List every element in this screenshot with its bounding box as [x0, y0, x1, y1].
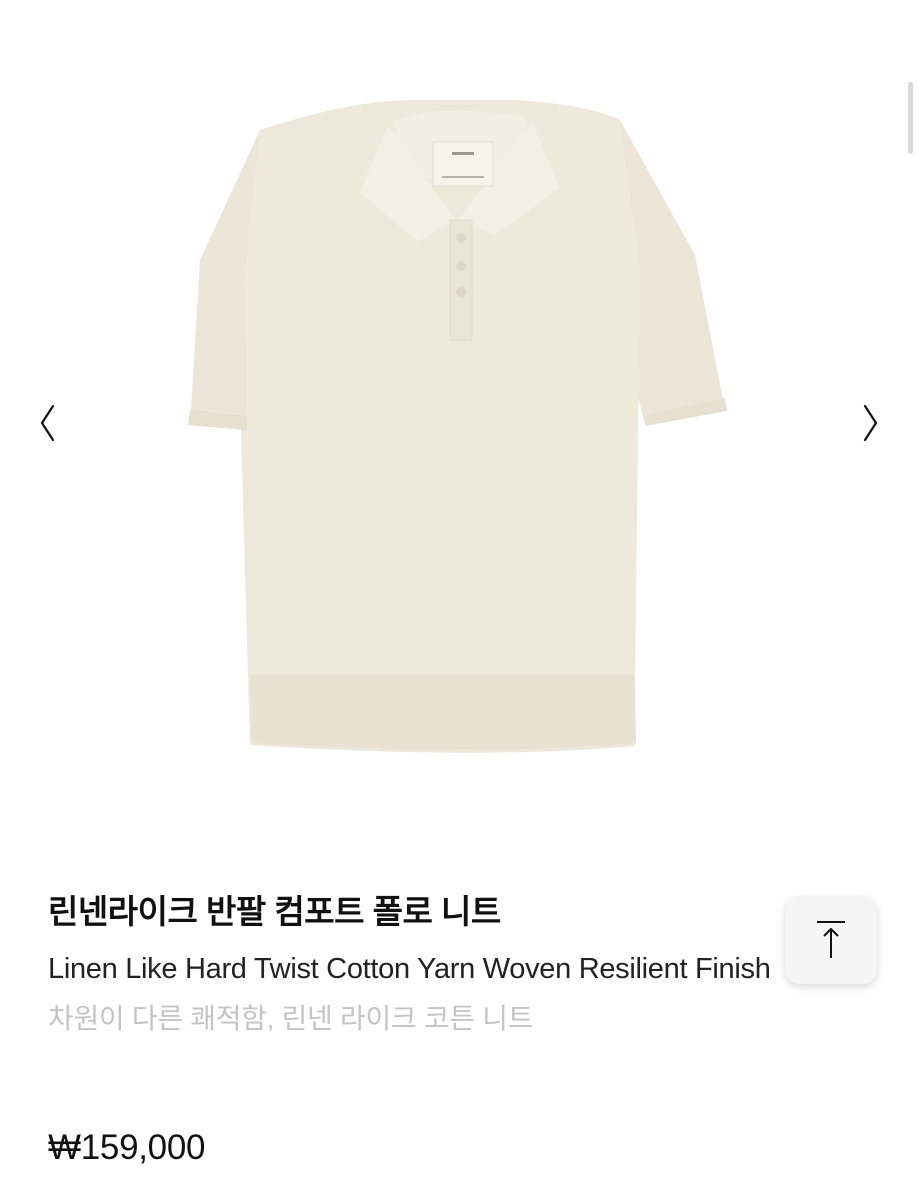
- carousel-next-button[interactable]: [851, 398, 891, 448]
- product-image: [188, 100, 727, 753]
- product-title-english: Linen Like Hard Twist Cotton Yarn Woven …: [48, 953, 771, 985]
- product-info: 린넨라이크 반팔 컴포트 폴로 니트 Linen Like Hard Twist…: [48, 890, 788, 1041]
- product-image-carousel[interactable]: [0, 0, 919, 850]
- chevron-right-icon: [863, 404, 878, 442]
- product-subtitle: 차원이 다른 쾌적함, 린넨 라이크 코튼 니트: [48, 1003, 534, 1034]
- chevron-left-icon: [40, 404, 55, 442]
- product-price: ₩159,000: [48, 1128, 206, 1167]
- carousel-prev-button[interactable]: [27, 398, 67, 448]
- arrow-up-to-top-icon: [817, 921, 845, 958]
- scroll-to-top-button[interactable]: [785, 896, 877, 984]
- product-title-korean: 린넨라이크 반팔 컴포트 폴로 니트: [48, 893, 501, 930]
- product-page: 린넨라이크 반팔 컴포트 폴로 니트 Linen Like Hard Twist…: [0, 0, 919, 1200]
